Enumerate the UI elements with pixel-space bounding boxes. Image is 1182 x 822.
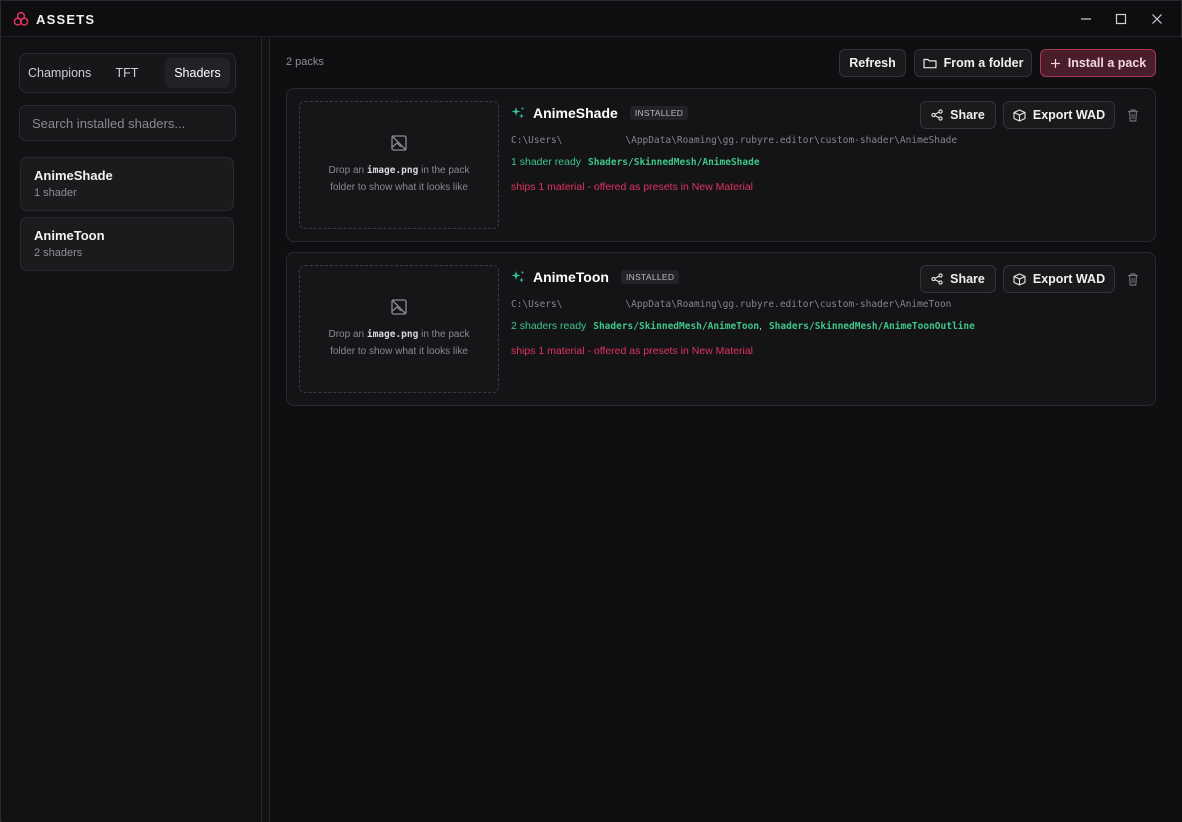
dropzone-hint: Drop an image.png in the pack folder to … [328,329,470,357]
search-input[interactable] [19,105,236,141]
assets-logo-icon [13,11,29,26]
tab-tft[interactable]: TFT [102,58,152,88]
sidebar-item-sub: 1 shader [34,187,77,199]
share-label: Share [950,108,985,122]
maximize-icon [1115,13,1127,25]
shader-ready-line: 1 shader ready Shaders/SkinnedMesh/Anime… [511,156,760,168]
tab-champions[interactable]: Champions [28,58,94,88]
install-pack-label: Install a pack [1067,56,1147,70]
pack-count: 2 packs [286,56,324,68]
card-header: AnimeShade INSTALLED [511,105,689,121]
card-header: AnimeToon INSTALLED [511,269,680,285]
shader-ready-count: 2 shaders ready [511,320,587,332]
pack-card-animetoon: Drop an image.png in the pack folder to … [286,252,1156,406]
trash-icon[interactable] [1125,107,1141,123]
export-wad-button[interactable]: Export WAD [1003,265,1115,293]
main-panel: 2 packs Refresh From a folder Install a … [270,38,1182,822]
minimize-button[interactable] [1072,7,1100,31]
from-folder-button[interactable]: From a folder [914,49,1032,77]
panel-resize-handle[interactable] [261,38,270,822]
image-dropzone[interactable]: Drop an image.png in the pack folder to … [299,101,499,229]
pack-path: C:\Users\ \AppData\Roaming\gg.rubyre.edi… [511,299,952,310]
refresh-label: Refresh [849,56,896,70]
pack-card-animeshade: Drop an image.png in the pack folder to … [286,88,1156,242]
close-button[interactable] [1143,7,1171,31]
pack-title: AnimeToon [533,269,609,285]
dropzone-hint: Drop an image.png in the pack folder to … [328,165,470,193]
minimize-icon [1081,18,1091,20]
app-title: ASSETS [36,12,96,27]
from-folder-label: From a folder [943,56,1024,70]
image-dropzone[interactable]: Drop an image.png in the pack folder to … [299,265,499,393]
image-missing-icon [391,135,407,151]
package-icon [1013,272,1026,286]
shader-path: Shaders/SkinnedMesh/AnimeShade [587,157,760,168]
share-label: Share [950,272,985,286]
package-icon [1013,108,1026,122]
trash-icon[interactable] [1125,271,1141,287]
shader-path: Shaders/SkinnedMesh/AnimeToon [593,321,760,332]
shader-path: Shaders/SkinnedMesh/AnimeToonOutline [768,321,975,332]
app-window: ASSETS Champions TFT Shaders AnimeShade … [0,0,1182,822]
pack-path: C:\Users\ \AppData\Roaming\gg.rubyre.edi… [511,135,958,146]
sidebar-item-animetoon[interactable]: AnimeToon 2 shaders [20,217,234,271]
shader-ready-line: 2 shaders ready Shaders/SkinnedMesh/Anim… [511,320,975,332]
sidebar-item-label: AnimeShade [34,168,113,183]
sidebar-item-label: AnimeToon [34,228,105,243]
maximize-button[interactable] [1107,7,1135,31]
status-badge: INSTALLED [620,270,680,284]
shader-ready-count: 1 shader ready [511,156,582,168]
export-wad-label: Export WAD [1032,272,1106,286]
share-button[interactable]: Share [920,265,996,293]
sidebar-item-animeshade[interactable]: AnimeShade 1 shader [20,157,234,211]
plus-icon [1050,58,1060,68]
sidebar: Champions TFT Shaders AnimeShade 1 shade… [2,38,261,822]
shader-separator: , [759,320,763,332]
material-note: ships 1 material - offered as presets in… [511,181,753,193]
folder-icon [922,58,937,69]
title-bar: ASSETS [1,1,1181,37]
sidebar-item-sub: 2 shaders [34,247,83,259]
image-missing-icon [391,299,407,315]
share-icon [931,273,943,285]
sparkle-icon [511,271,524,283]
category-tabs: Champions TFT Shaders [19,53,236,93]
tab-shaders[interactable]: Shaders [165,58,230,88]
status-badge: INSTALLED [629,106,689,120]
material-note: ships 1 material - offered as presets in… [511,345,753,357]
share-button[interactable]: Share [920,101,996,129]
share-icon [931,109,943,121]
refresh-button[interactable]: Refresh [839,49,906,77]
install-pack-button[interactable]: Install a pack [1040,49,1156,77]
close-icon [1152,14,1162,24]
export-wad-button[interactable]: Export WAD [1003,101,1115,129]
sparkle-icon [511,107,524,119]
export-wad-label: Export WAD [1032,108,1106,122]
pack-title: AnimeShade [533,105,618,121]
